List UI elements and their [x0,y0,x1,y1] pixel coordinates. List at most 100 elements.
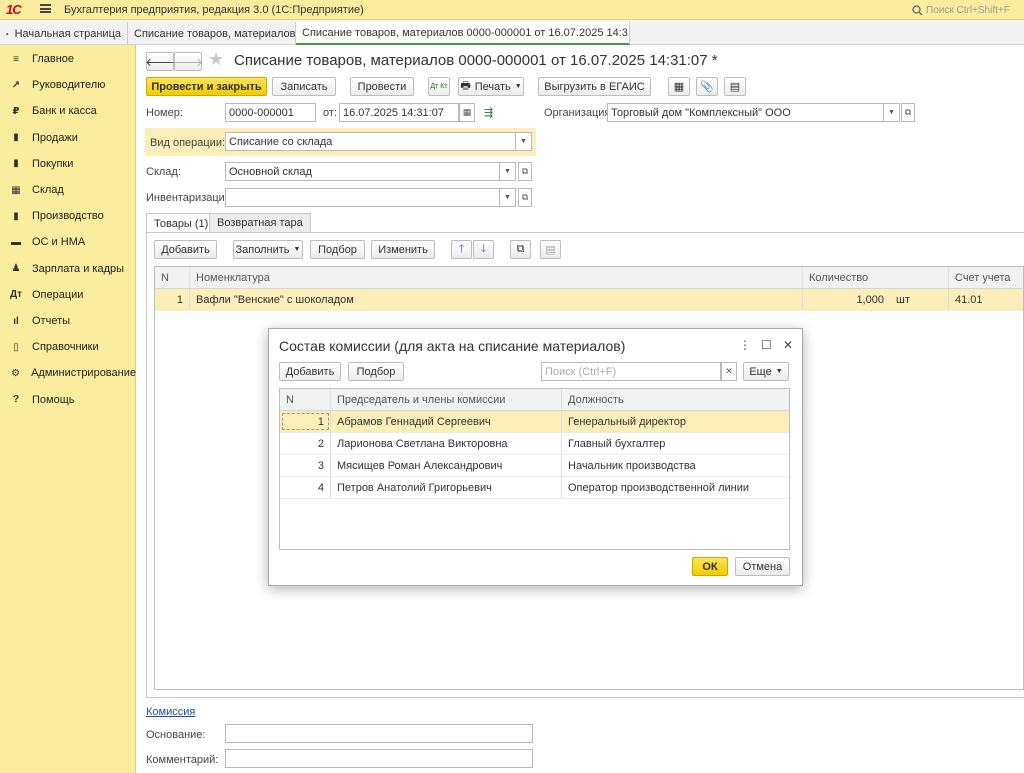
row-n: 1 [155,289,190,310]
copy-icon[interactable]: ⧉ [510,240,531,259]
sidebar-item[interactable]: ıl Отчеты [0,311,136,331]
date-field[interactable]: 16.07.2025 14:31:07 [339,103,459,122]
table-row[interactable]: 3 Мясищев Роман Александрович Начальник пр… [280,455,789,477]
chevron-down-icon: ▼ [514,83,522,90]
move-up-icon[interactable]: 🡑 [451,240,472,259]
table-row[interactable]: 2 Ларионова Светлана Викторовна Главный бу… [280,433,789,455]
delete-icon[interactable]: ▤ [540,240,561,259]
organization-field[interactable]: Торговый дом "Комплексный" ООО [607,103,884,122]
row-n: 4 [280,477,331,498]
ok-button[interactable]: ОК [692,557,728,576]
column-header-member[interactable]: Председатель и члены комиссии [331,389,562,410]
cancel-button[interactable]: Отмена [735,557,790,576]
table-row[interactable]: 4 Петров Анатолий Григорьевич Оператор про… [280,477,789,499]
add-row-button[interactable]: Добавить [154,240,217,259]
report-icon[interactable]: ▤ [724,77,746,96]
sidebar-item[interactable]: ⚙ Администрирование [0,363,136,383]
row-position: Начальник производства [568,459,696,472]
app-title: Бухгалтерия предприятия, редакция 3.0 (1… [64,4,364,16]
table-row[interactable]: 1 Абрамов Геннадий Сергеевич Генеральный д… [280,411,789,433]
dialog-select-button[interactable]: Подбор [348,362,404,381]
inventory-field[interactable] [225,188,500,207]
select-button[interactable]: Подбор [310,240,365,259]
sidebar-item[interactable]: ≡ Главное [0,49,136,69]
forward-button[interactable]: 🡒 [173,52,203,71]
maximize-icon[interactable]: ☐ [761,338,772,352]
sidebar-item-label: Администрирование [31,367,136,380]
attachment-icon[interactable]: 📎 [696,77,718,96]
dialog-search-input[interactable]: Поиск (Ctrl+F) [541,362,721,381]
more-actions-icon[interactable]: ⋮ [739,338,751,352]
post-button[interactable]: Провести [350,77,414,96]
tab-home[interactable]: Начальная страница [0,22,128,45]
sidebar-item-label: ОС и НМА [32,236,86,249]
column-header-account[interactable]: Счет учета [949,267,1023,288]
clear-icon[interactable]: ✕ [721,362,737,381]
sidebar-icon: ▮ [13,132,19,144]
export-egais-button[interactable]: Выгрузить в ЕГАИС [538,77,651,96]
column-header-n[interactable]: N [155,267,190,288]
sidebar-item[interactable]: ? Помощь [0,390,136,410]
chevron-down-icon[interactable]: ▼ [500,162,516,181]
chevron-down-icon[interactable]: ▼ [884,103,900,122]
sidebar-item[interactable]: ♟ Зарплата и кадры [0,259,136,279]
open-icon[interactable]: ⧉ [518,162,532,181]
sidebar-item-label: Зарплата и кадры [32,262,125,275]
row-n: 2 [280,433,331,454]
sidebar-item[interactable]: ▮ Продажи [0,128,136,148]
more-button[interactable]: Еще ▼ [743,362,789,381]
menu-icon[interactable] [40,4,51,13]
chevron-down-icon[interactable]: ▼ [516,132,532,151]
sidebar-item[interactable]: ▮ Покупки [0,154,136,174]
column-header-n[interactable]: N [280,389,331,410]
sidebar-item[interactable]: ↗ Руководителю [0,75,136,95]
optype-field[interactable]: Списание со склада [225,132,516,151]
comment-field[interactable] [225,749,533,768]
tab-goods[interactable]: Товары (1) [146,213,217,233]
warehouse-field[interactable]: Основной склад [225,162,500,181]
home-icon [6,32,9,35]
sidebar-item[interactable]: ▬ ОС и НМА [0,232,136,252]
change-button[interactable]: Изменить [371,240,435,259]
ref-icon[interactable]: ⇶ [484,106,493,119]
save-button[interactable]: Записать [272,77,336,96]
column-header-position[interactable]: Должность [562,389,789,410]
tab-returnable-packaging[interactable]: Возвратная тара [209,213,311,232]
open-icon[interactable]: ⧉ [518,188,532,207]
basis-field[interactable] [225,724,533,743]
move-down-icon[interactable]: 🡓 [473,240,494,259]
back-button[interactable]: 🡐 [145,52,175,71]
document-title: Списание товаров, материалов 0000-000001… [234,52,718,69]
global-search[interactable]: Поиск Ctrl+Shift+F [912,2,1024,18]
date-label: от: [323,107,337,119]
favorite-star-icon[interactable]: ★ [208,49,224,70]
sidebar-item-label: Производство [32,210,104,223]
tab-writeoff-doc[interactable]: Списание товаров, материалов 0000-000001… [296,22,630,45]
sidebar-item[interactable]: ₽ Банк и касса [0,101,136,121]
fill-button[interactable]: Заполнить ▼ [233,240,303,259]
number-field[interactable]: 0000-000001 [225,103,316,122]
calendar-icon[interactable]: ▦ [459,103,475,122]
close-icon[interactable]: ✕ [783,338,793,352]
sidebar-item[interactable]: Дт Операции [0,285,136,305]
dtkt-icon[interactable]: Дт Кт [428,77,450,96]
printer-icon: 🖶 [460,80,471,92]
window-tabs: Начальная страница Списание товаров, мат… [0,20,1024,45]
row-position: Главный бухгалтер [568,437,666,450]
sidebar-item[interactable]: ▯ Справочники [0,337,136,357]
tab-writeoff-list[interactable]: Списание товаров, материалов ✕ [128,22,296,45]
post-and-close-button[interactable]: Провести и закрыть [146,77,267,96]
commission-table: N Председатель и члены комиссии Должност… [279,388,790,550]
table-row[interactable]: 1 Вафли "Венские" с шоколадом 1,000 шт 4… [155,289,1023,311]
column-header-quantity[interactable]: Количество [803,267,949,288]
structure-icon[interactable]: ▦ [668,77,690,96]
column-header-nomenclature[interactable]: Номенклатура [190,267,803,288]
sidebar-item[interactable]: ▦ Склад [0,180,136,200]
dialog-add-button[interactable]: Добавить [279,362,341,381]
sidebar-item[interactable]: ▮ Производство [0,206,136,226]
chevron-down-icon[interactable]: ▼ [500,188,516,207]
more-label: Еще [749,365,772,378]
print-button[interactable]: 🖶 Печать ▼ [458,77,524,96]
commission-link[interactable]: Комиссия [146,706,195,718]
open-icon[interactable]: ⧉ [901,103,915,122]
